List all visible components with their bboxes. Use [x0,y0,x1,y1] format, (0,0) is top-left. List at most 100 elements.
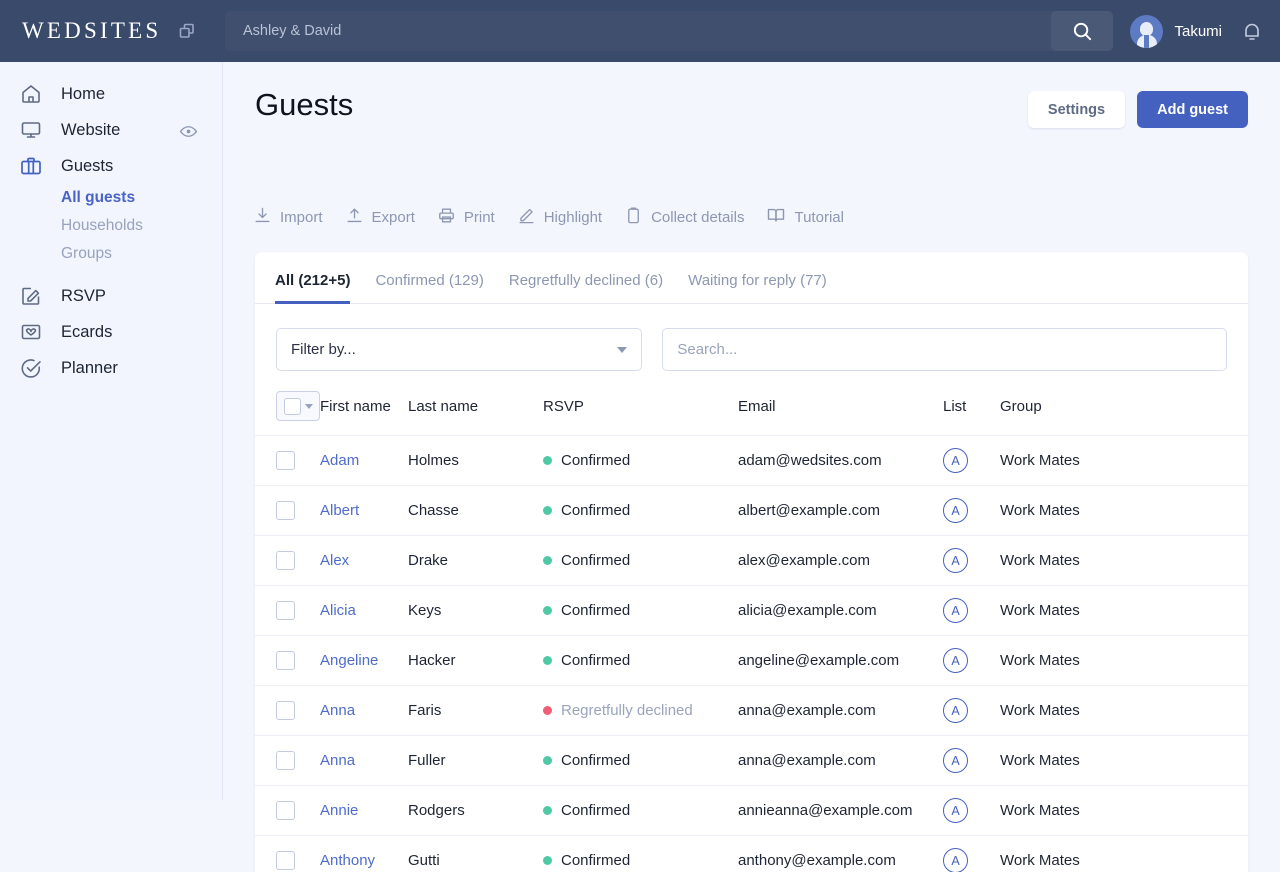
guest-name-link[interactable]: Annie [320,802,358,819]
list-badge[interactable]: A [943,748,968,773]
sidebar-item-rsvp[interactable]: RSVP [0,278,222,314]
status-label: Confirmed [561,452,630,469]
toolbar-label: Import [280,209,323,226]
add-guest-button[interactable]: Add guest [1137,91,1248,128]
table-row[interactable]: AlexDrakeConfirmedalex@example.comAWork … [255,536,1248,586]
collect-details-action[interactable]: Collect details [624,206,744,229]
list-badge[interactable]: A [943,698,968,723]
sidebar-item-label: Planner [61,359,118,378]
tutorial-action[interactable]: Tutorial [766,205,843,229]
column-email[interactable]: Email [738,383,943,436]
row-checkbox[interactable] [276,551,295,570]
highlight-action[interactable]: Highlight [517,206,602,229]
settings-button[interactable]: Settings [1028,91,1125,128]
row-checkbox[interactable] [276,601,295,620]
search-icon[interactable] [1051,11,1113,51]
guest-name-link[interactable]: Anthony [320,852,375,869]
sidebar-item-website[interactable]: Website [0,112,222,148]
export-action[interactable]: Export [345,206,415,229]
status-dot [543,606,552,615]
select-all-checkbox[interactable] [284,398,301,415]
row-checkbox[interactable] [276,501,295,520]
main-content: Guests Settings Add guest Import Export [223,62,1280,800]
table-body: AdamHolmesConfirmedadam@wedsites.comAWor… [255,436,1248,872]
row-checkbox[interactable] [276,851,295,870]
list-badge[interactable]: A [943,648,968,673]
sidebar-item-groups[interactable]: Groups [61,240,222,268]
guest-name-link[interactable]: Anna [320,752,355,769]
row-checkbox[interactable] [276,451,295,470]
tab-waiting-for-reply[interactable]: Waiting for reply (77) [688,272,827,303]
cell-list: A [943,736,1000,786]
chevron-down-icon[interactable] [305,404,313,409]
sidebar-item-guests[interactable]: Guests [0,148,222,184]
cell-email: annieanna@example.com [738,786,943,836]
status-label: Confirmed [561,602,630,619]
tab-confirmed[interactable]: Confirmed (129) [375,272,483,303]
guest-name-link[interactable]: Adam [320,452,359,469]
print-action[interactable]: Print [437,206,495,229]
row-checkbox[interactable] [276,751,295,770]
list-badge[interactable]: A [943,498,968,523]
toolbar-label: Tutorial [794,209,843,226]
user-menu[interactable]: Takumi [1130,0,1222,62]
sidebar-item-home[interactable]: Home [0,76,222,112]
guest-name-link[interactable]: Alex [320,552,349,569]
table-row[interactable]: AdamHolmesConfirmedadam@wedsites.comAWor… [255,436,1248,486]
cell-rsvp: Confirmed [543,636,738,686]
guests-table: First name Last name RSVP Email List Gro… [255,383,1248,872]
guest-name-link[interactable]: Albert [320,502,359,519]
filter-by-select[interactable]: Filter by... [276,328,642,371]
monitor-icon [18,118,44,142]
column-last-name[interactable]: Last name [408,383,543,436]
list-badge[interactable]: A [943,598,968,623]
table-row[interactable]: AnnaFullerConfirmedanna@example.comAWork… [255,736,1248,786]
list-badge[interactable]: A [943,448,968,473]
column-first-name[interactable]: First name [320,383,408,436]
sidebar-item-all-guests[interactable]: All guests [61,184,222,212]
brand-area[interactable]: WEDSITES [0,18,197,44]
table-row[interactable]: AngelineHackerConfirmedangeline@example.… [255,636,1248,686]
table-row[interactable]: AnnaFarisRegretfully declinedanna@exampl… [255,686,1248,736]
cell-rsvp: Confirmed [543,836,738,872]
row-checkbox[interactable] [276,651,295,670]
tab-all[interactable]: All (212+5) [275,272,350,303]
list-badge[interactable]: A [943,848,968,872]
sidebar-item-planner[interactable]: Planner [0,350,222,386]
cell-list: A [943,636,1000,686]
eye-icon[interactable] [179,122,198,146]
guest-name-link[interactable]: Anna [320,702,355,719]
table-row[interactable]: AnthonyGuttiConfirmedanthony@example.com… [255,836,1248,872]
cell-last-name: Chasse [408,486,543,536]
list-badge[interactable]: A [943,798,968,823]
row-select-cell [255,736,320,786]
list-badge[interactable]: A [943,548,968,573]
column-list[interactable]: List [943,383,1000,436]
table-row[interactable]: AnnieRodgersConfirmedannieanna@example.c… [255,786,1248,836]
copy-icon[interactable] [177,21,197,41]
select-all-dropdown[interactable] [276,391,320,421]
sidebar-item-ecards[interactable]: Ecards [0,314,222,350]
column-group[interactable]: Group [1000,383,1248,436]
status-label: Confirmed [561,802,630,819]
row-checkbox[interactable] [276,701,295,720]
search-input[interactable] [662,328,1227,371]
cell-rsvp: Confirmed [543,586,738,636]
global-search[interactable]: Ashley & David [225,11,1113,51]
filter-row: Filter by... [255,304,1248,371]
guest-name-link[interactable]: Angeline [320,652,378,669]
import-action[interactable]: Import [253,206,323,229]
table-row[interactable]: AliciaKeysConfirmedalicia@example.comAWo… [255,586,1248,636]
cell-list: A [943,436,1000,486]
table-row[interactable]: AlbertChasseConfirmedalbert@example.comA… [255,486,1248,536]
cell-list: A [943,486,1000,536]
action-toolbar: Import Export Print Hig [253,205,844,229]
row-select-cell [255,836,320,872]
guest-name-link[interactable]: Alicia [320,602,356,619]
bell-icon[interactable] [1240,19,1264,48]
row-checkbox[interactable] [276,801,295,820]
column-rsvp[interactable]: RSVP [543,383,738,436]
cell-first-name: Anna [320,686,408,736]
sidebar-item-households[interactable]: Households [61,212,222,240]
tab-regretfully-declined[interactable]: Regretfully declined (6) [509,272,663,303]
